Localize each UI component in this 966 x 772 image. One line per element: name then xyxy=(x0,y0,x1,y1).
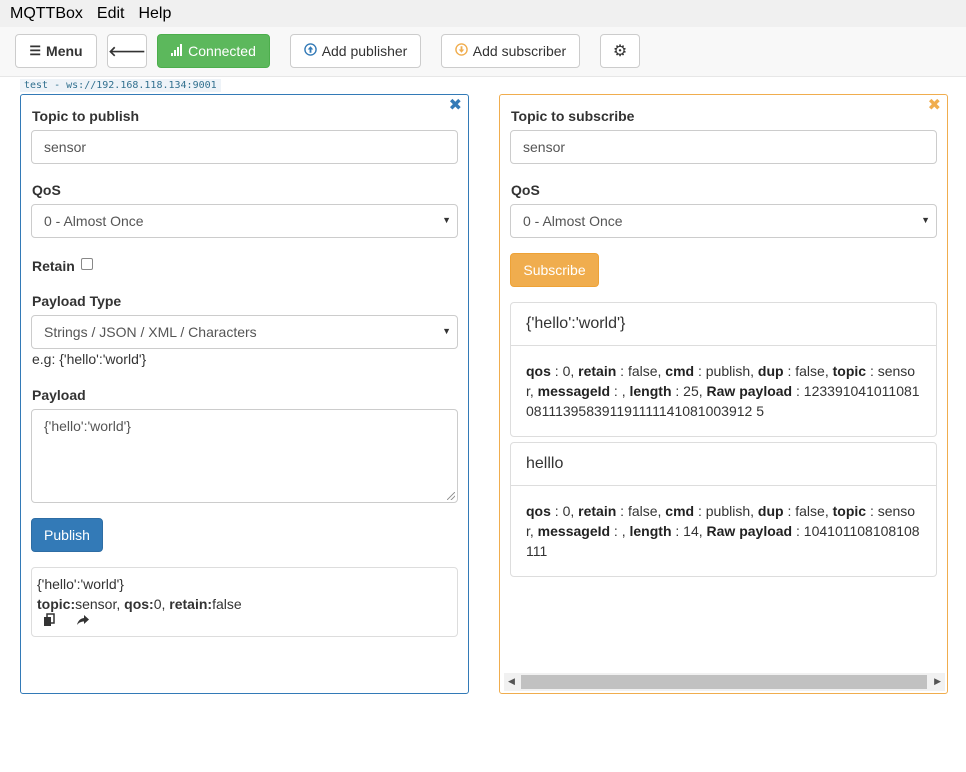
sub-qos-select[interactable]: 0 - Almost Once ▼ xyxy=(510,204,937,238)
arrow-down-circle-icon xyxy=(455,43,468,59)
retain-checkbox[interactable] xyxy=(81,258,93,270)
menu-help[interactable]: Help xyxy=(138,5,171,23)
topic-subscribe-label: Topic to subscribe xyxy=(511,108,635,124)
payload-type-label: Payload Type xyxy=(32,293,122,309)
scroll-left-icon[interactable]: ◀ xyxy=(508,676,515,687)
hamburger-icon: ☰ xyxy=(29,43,42,58)
toolbar: ☰ Menu 🡐 Connected Add publisher Add sub… xyxy=(0,27,966,77)
caret-down-icon: ▼ xyxy=(442,215,451,225)
sub-qos-label: QoS xyxy=(511,182,540,198)
add-subscriber-label: Add subscriber xyxy=(472,43,567,59)
payload-example: e.g: {'hello':'world'} xyxy=(32,351,147,367)
message-meta: qos : 0, retain : false, cmd : publish, … xyxy=(526,503,920,559)
connected-button[interactable]: Connected xyxy=(157,34,270,68)
sub-qos-value: 0 - Almost Once xyxy=(523,213,623,229)
qos-label: QoS xyxy=(32,182,61,198)
retain-label: Retain xyxy=(32,258,75,274)
menu-bar: MQTTBox Edit Help xyxy=(0,0,966,27)
close-icon[interactable]: ✖ xyxy=(449,95,462,115)
connected-label: Connected xyxy=(188,43,256,59)
signal-icon xyxy=(171,43,183,59)
qos-select-value: 0 - Almost Once xyxy=(44,213,144,229)
scroll-right-icon[interactable]: ▶ xyxy=(934,676,941,687)
back-button[interactable]: 🡐 xyxy=(107,34,147,68)
gear-icon: ⚙ xyxy=(612,43,628,60)
publish-history-item: {'hello':'world'} topic:sensor, qos:0, r… xyxy=(31,567,458,637)
add-publisher-button[interactable]: Add publisher xyxy=(290,34,421,68)
topic-subscribe-input[interactable]: sensor xyxy=(510,130,937,164)
message-meta: qos : 0, retain : false, cmd : publish, … xyxy=(526,363,920,419)
qos-select[interactable]: 0 - Almost Once ▼ xyxy=(31,204,458,238)
arrow-up-circle-icon xyxy=(303,43,317,59)
arrow-left-icon: 🡐 xyxy=(108,42,146,59)
topic-publish-input[interactable]: sensor xyxy=(31,130,458,164)
subscriber-panel: ✖ Topic to subscribe sensor QoS 0 - Almo… xyxy=(499,94,948,694)
history-payload: {'hello':'world'} xyxy=(37,576,124,592)
caret-down-icon: ▼ xyxy=(442,326,451,336)
history-meta: topic:sensor, qos:0, retain:false xyxy=(37,596,242,612)
caret-down-icon: ▼ xyxy=(921,215,930,225)
add-subscriber-button[interactable]: Add subscriber xyxy=(441,34,580,68)
menu-button-label: Menu xyxy=(46,43,83,59)
settings-button[interactable]: ⚙ xyxy=(600,34,640,68)
payload-type-value: Strings / JSON / XML / Characters xyxy=(44,324,257,340)
subscribe-button[interactable]: Subscribe xyxy=(510,253,599,287)
connection-tag: test - ws://192.168.118.134:9001 xyxy=(20,79,221,92)
resize-handle-icon[interactable] xyxy=(447,492,455,500)
menu-mqttbox[interactable]: MQTTBox xyxy=(10,5,83,23)
payload-text: {'hello':'world'} xyxy=(44,418,131,434)
publisher-panel: ✖ Topic to publish sensor QoS 0 - Almost… xyxy=(20,94,469,694)
payload-textarea[interactable]: {'hello':'world'} xyxy=(31,409,458,503)
payload-type-select[interactable]: Strings / JSON / XML / Characters ▼ xyxy=(31,315,458,349)
menu-edit[interactable]: Edit xyxy=(97,5,125,23)
close-icon[interactable]: ✖ xyxy=(928,95,941,115)
message-payload: {'hello':'world'} xyxy=(511,303,936,346)
copy-icon[interactable] xyxy=(42,612,56,632)
received-message: helllo qos : 0, retain : false, cmd : pu… xyxy=(510,442,937,577)
add-publisher-label: Add publisher xyxy=(321,43,408,59)
menu-button[interactable]: ☰ Menu xyxy=(15,34,97,68)
publish-button[interactable]: Publish xyxy=(31,518,103,552)
topic-publish-label: Topic to publish xyxy=(32,108,140,124)
payload-label: Payload xyxy=(32,387,86,403)
scrollbar-thumb[interactable] xyxy=(521,675,927,689)
horizontal-scrollbar[interactable]: ◀ ▶ xyxy=(504,673,945,691)
message-payload: helllo xyxy=(511,443,936,486)
share-icon[interactable] xyxy=(76,612,90,632)
received-message: {'hello':'world'} qos : 0, retain : fals… xyxy=(510,302,937,437)
